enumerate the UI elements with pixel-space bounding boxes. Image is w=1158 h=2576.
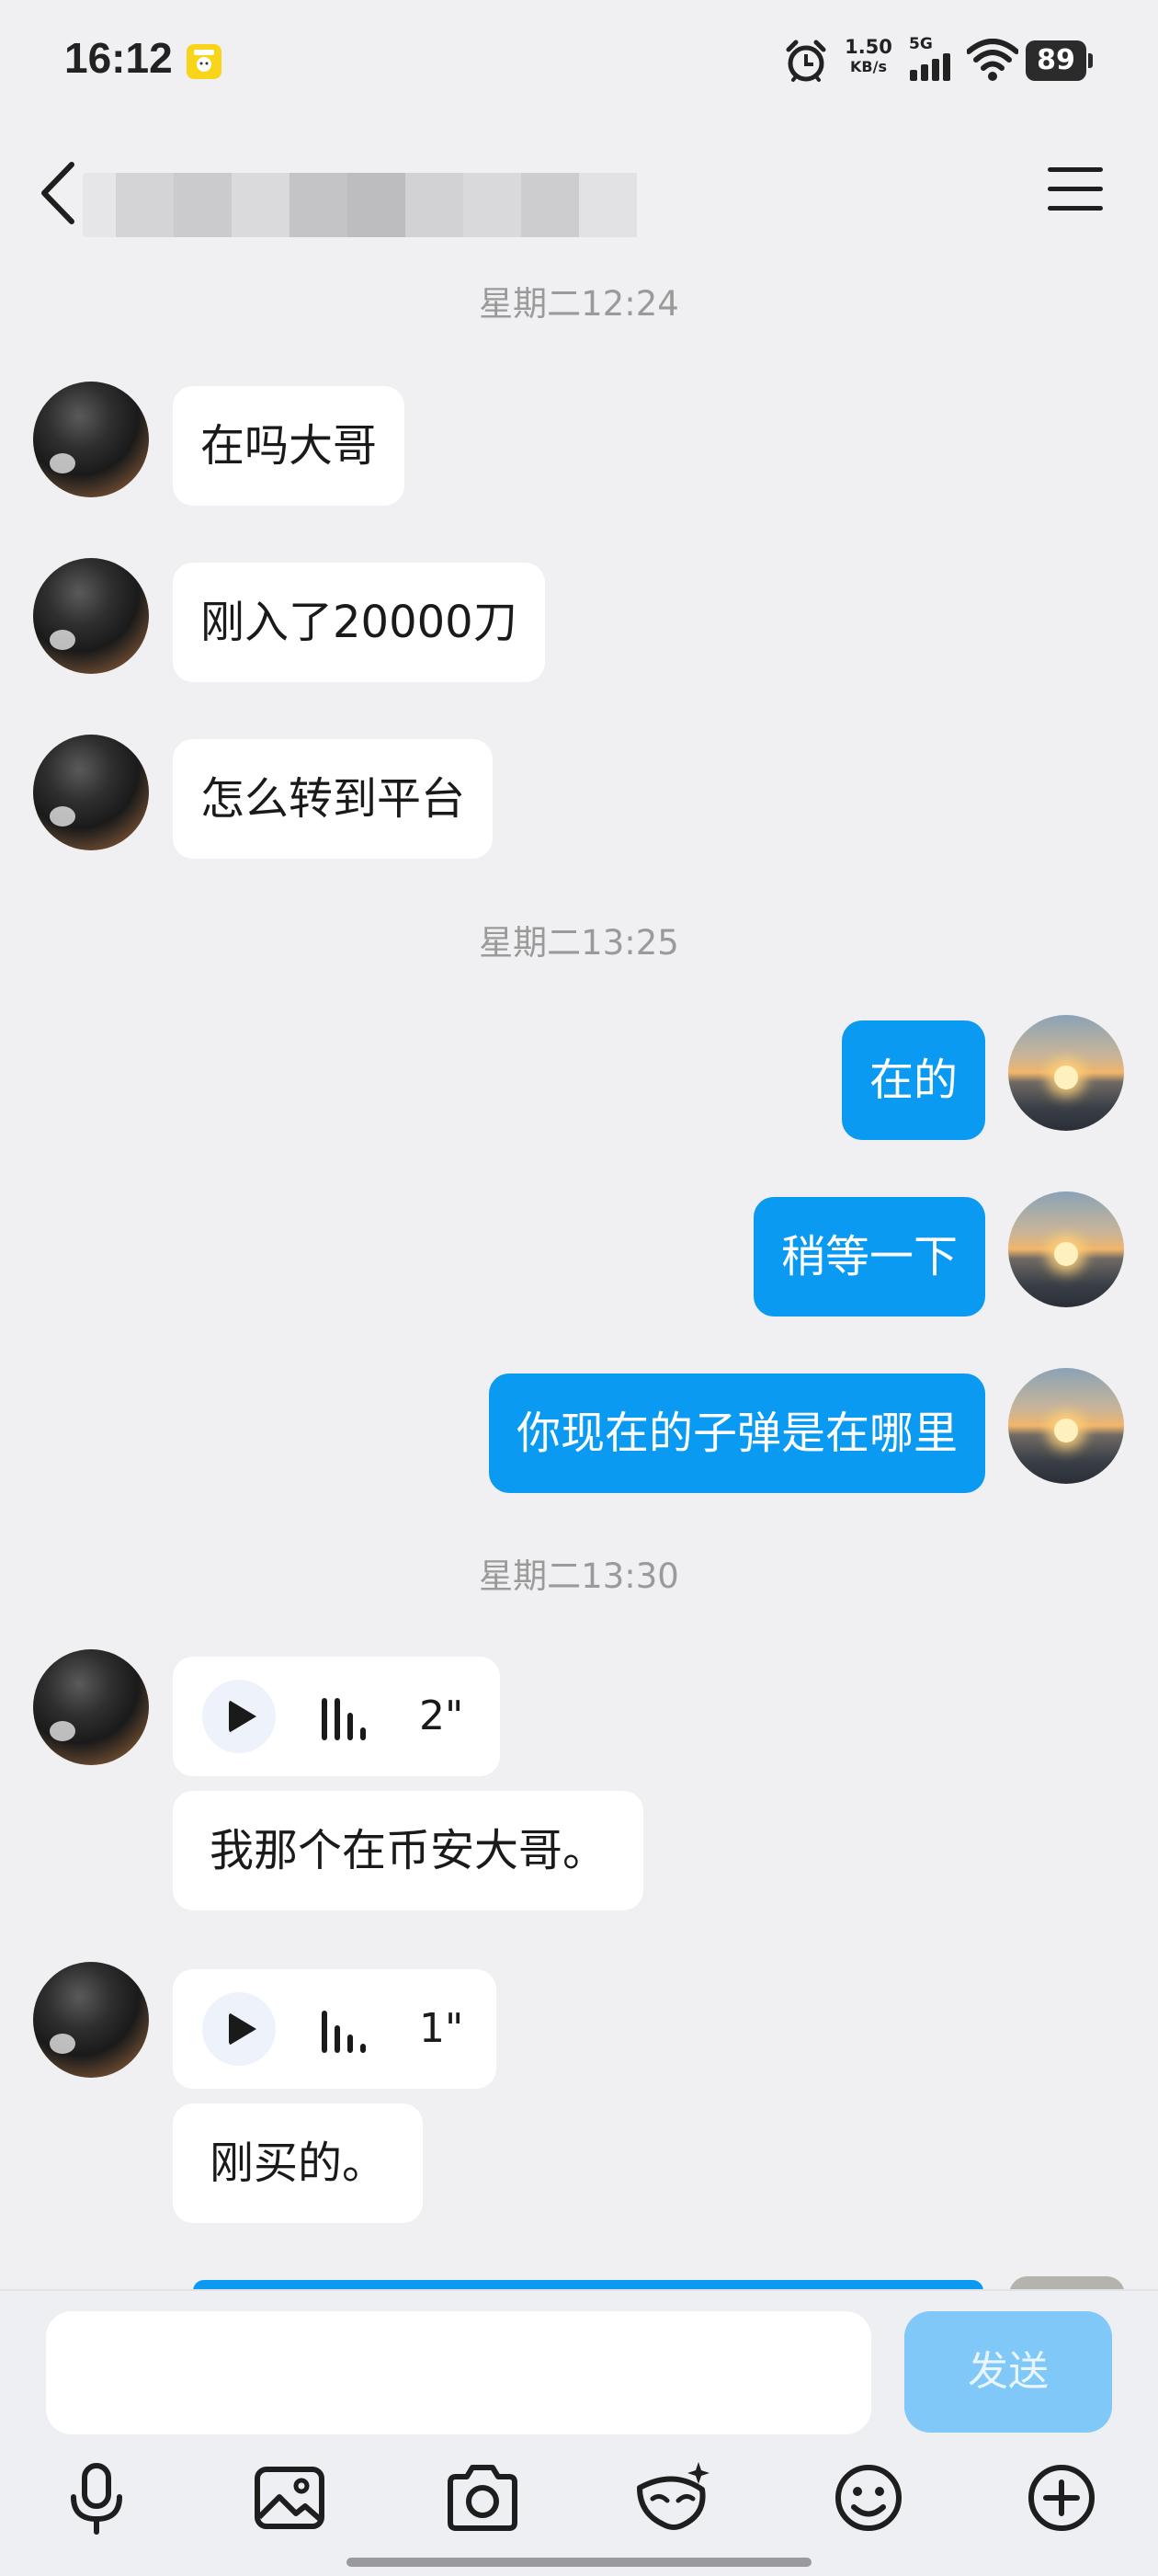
my-avatar[interactable] bbox=[1008, 1015, 1124, 1131]
home-indicator[interactable] bbox=[346, 2558, 812, 2567]
back-button[interactable] bbox=[37, 161, 83, 225]
message-input[interactable] bbox=[46, 2311, 871, 2434]
input-bar: 发送 bbox=[0, 2289, 1158, 2576]
timestamp: 星期二13:25 bbox=[479, 923, 679, 963]
voice-message[interactable]: 2" bbox=[173, 1657, 500, 1776]
outgoing-message[interactable]: 你现在的子弹是在哪里 bbox=[488, 1373, 985, 1493]
my-avatar[interactable] bbox=[1008, 1191, 1124, 1307]
plus-icon[interactable] bbox=[1020, 2456, 1103, 2539]
outgoing-message[interactable]: 在的 bbox=[841, 1020, 985, 1140]
status-bar: 16:12 1.50 KB/s 5G 89 bbox=[0, 0, 1158, 120]
menu-button[interactable] bbox=[1048, 167, 1103, 217]
battery-indicator: 89 bbox=[1026, 40, 1093, 81]
alarm-clock-icon bbox=[783, 39, 829, 88]
hamburger-menu-icon bbox=[1048, 167, 1103, 211]
friend-avatar[interactable] bbox=[33, 735, 149, 850]
play-icon[interactable] bbox=[202, 1680, 276, 1753]
friend-avatar[interactable] bbox=[33, 558, 149, 674]
voice-message[interactable]: 1" bbox=[173, 1969, 496, 2089]
incoming-message[interactable]: 怎么转到平台 bbox=[173, 739, 494, 859]
mask-effect-icon[interactable] bbox=[632, 2456, 715, 2539]
network-type-label: 5G bbox=[909, 35, 933, 53]
chevron-left-icon bbox=[41, 162, 74, 224]
voice-duration: 1" bbox=[419, 2005, 464, 2052]
net-speed-unit: KB/s bbox=[850, 58, 887, 75]
voice-duration: 2" bbox=[419, 1693, 464, 1739]
net-speed-value: 1.50 bbox=[845, 36, 892, 58]
friend-avatar[interactable] bbox=[33, 1649, 149, 1765]
cell-signal-icon bbox=[910, 53, 958, 85]
friend-avatar[interactable] bbox=[33, 1962, 149, 2078]
battery-cap bbox=[1088, 53, 1093, 68]
incoming-message[interactable]: 我那个在币安大哥。 bbox=[173, 1791, 644, 1910]
microphone-icon[interactable] bbox=[55, 2456, 138, 2539]
incoming-message[interactable]: 刚买的。 bbox=[173, 2103, 424, 2223]
timestamp: 星期二12:24 bbox=[479, 284, 679, 324]
friend-avatar[interactable] bbox=[33, 382, 149, 497]
clock: 16:12 bbox=[64, 34, 173, 82]
camera-icon[interactable] bbox=[441, 2456, 524, 2539]
contact-name-redacted bbox=[83, 173, 662, 237]
timestamp: 星期二13:30 bbox=[479, 1556, 679, 1596]
chat-header bbox=[0, 120, 1158, 267]
network-speed: 1.50 KB/s bbox=[841, 37, 896, 77]
send-button[interactable]: 发送 bbox=[904, 2311, 1112, 2433]
incoming-message[interactable]: 刚入了20000刀 bbox=[173, 563, 545, 682]
my-avatar[interactable] bbox=[1008, 1368, 1124, 1484]
wifi-icon bbox=[966, 39, 1019, 85]
incoming-message[interactable]: 在吗大哥 bbox=[173, 386, 405, 506]
battery-level: 89 bbox=[1026, 40, 1086, 81]
image-icon[interactable] bbox=[248, 2456, 331, 2539]
app-notification-icon bbox=[187, 44, 221, 79]
outgoing-message[interactable]: 稍等一下 bbox=[753, 1197, 985, 1316]
play-icon[interactable] bbox=[202, 1992, 276, 2066]
emoji-icon[interactable] bbox=[827, 2456, 910, 2539]
